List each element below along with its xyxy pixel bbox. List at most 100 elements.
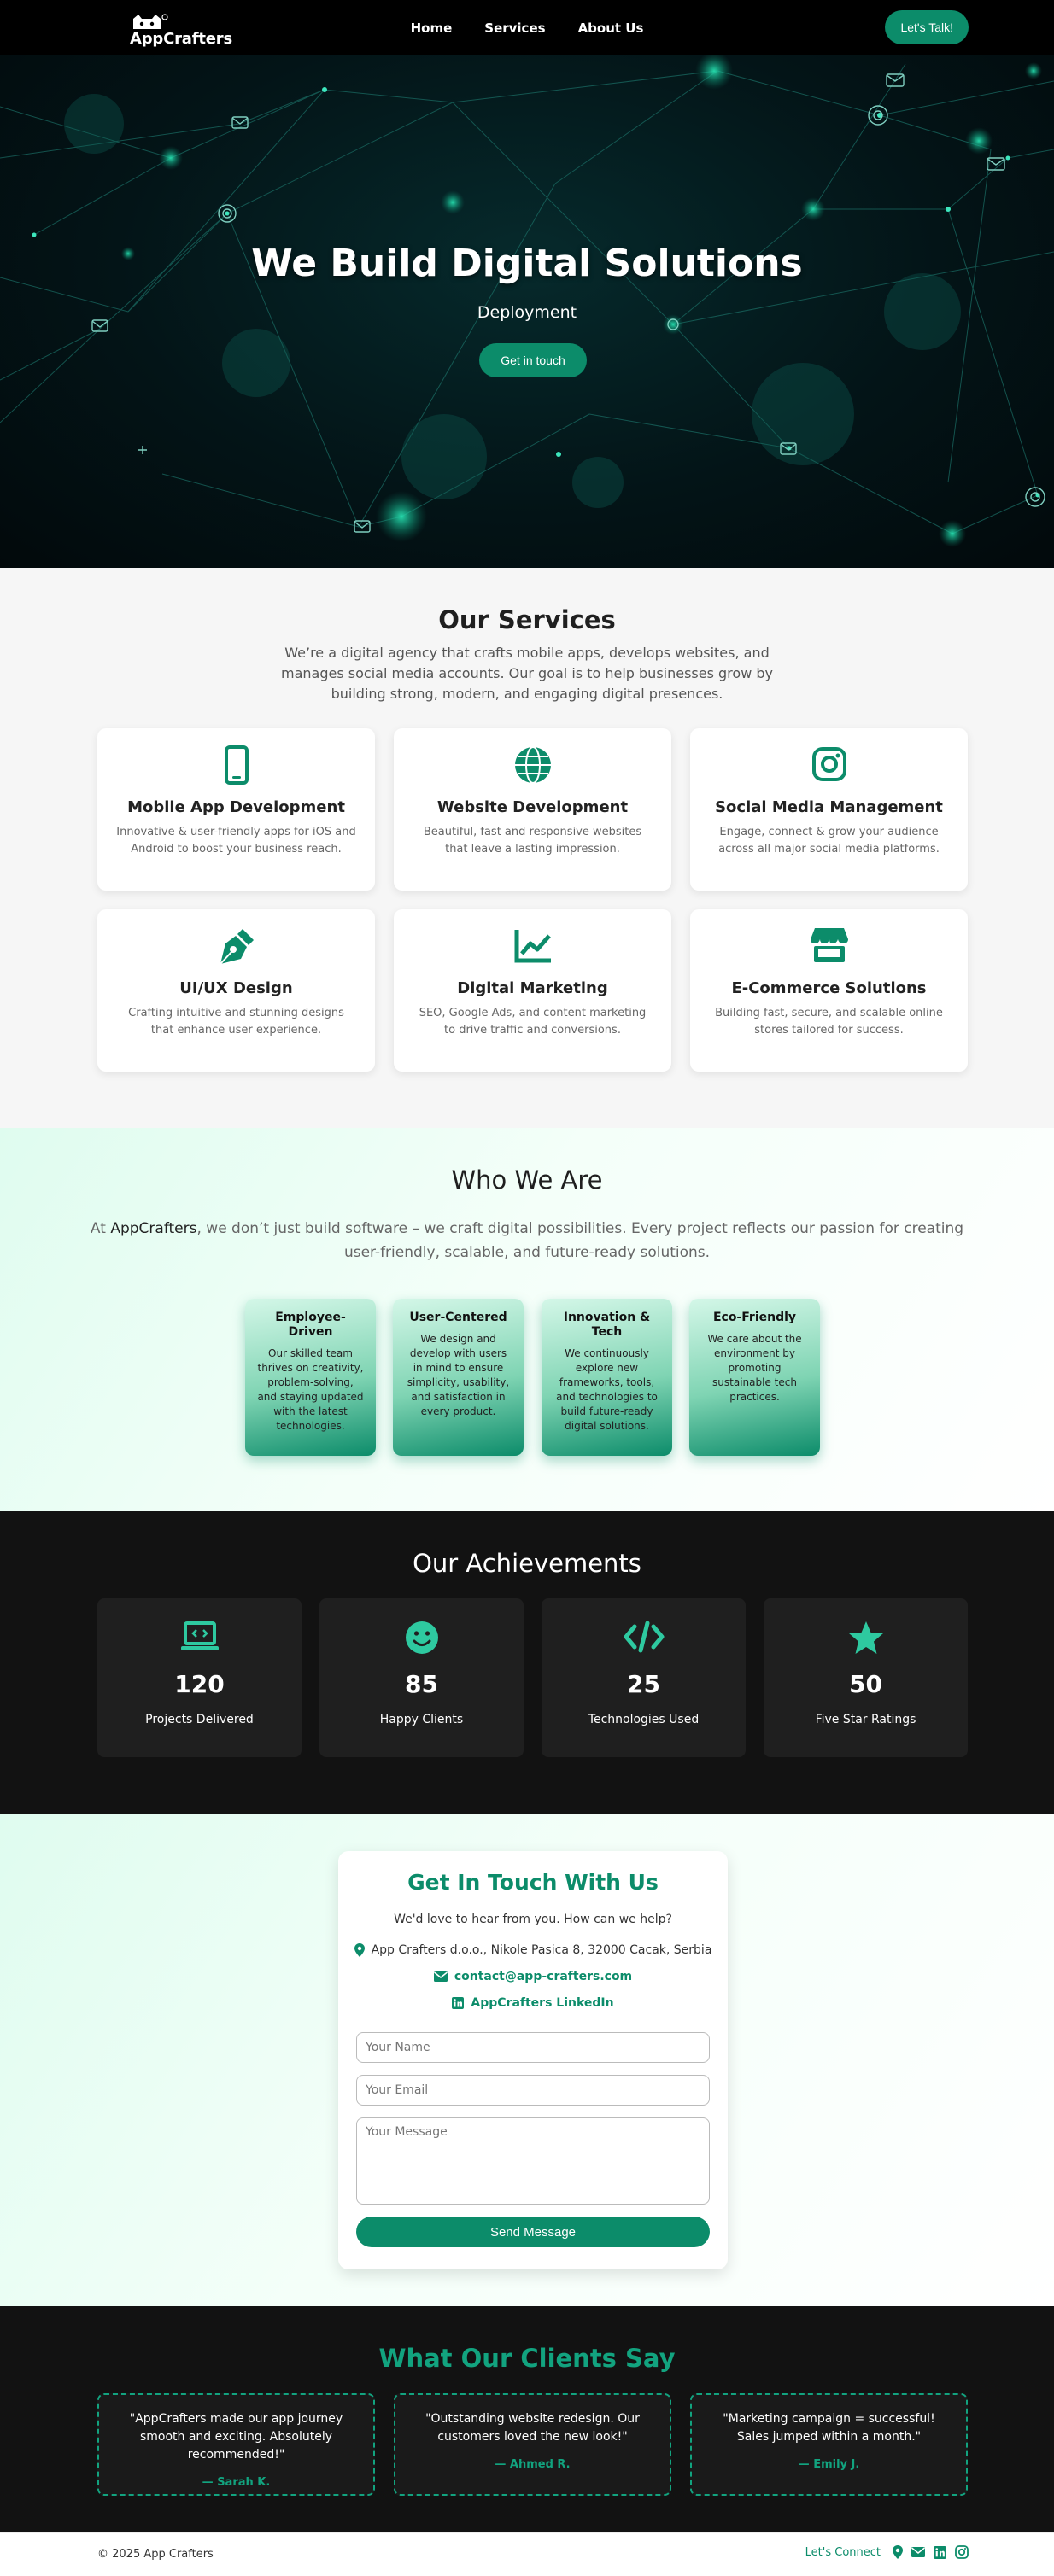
email-text: contact@app-crafters.com bbox=[454, 1970, 633, 1983]
services-intro: We’re a digital agency that crafts mobil… bbox=[281, 645, 773, 702]
pen-nib-icon bbox=[219, 929, 254, 965]
achievement-card-ratings: 50 Five Star Ratings bbox=[764, 1598, 968, 1757]
nav-home-link[interactable]: Home bbox=[411, 20, 453, 36]
chart-line-icon bbox=[514, 930, 551, 963]
value-title: Innovation & Tech bbox=[563, 1311, 651, 1339]
instagram-icon bbox=[811, 747, 846, 781]
achievement-number: 85 bbox=[405, 1670, 438, 1698]
service-title: Website Development bbox=[436, 798, 629, 816]
achievement-label: Projects Delivered bbox=[145, 1713, 254, 1726]
achievement-card-projects: 120 Projects Delivered bbox=[97, 1598, 302, 1757]
who-intro-brand: AppCrafters bbox=[110, 1220, 197, 1237]
name-input[interactable] bbox=[356, 2032, 710, 2063]
service-card-website[interactable]: Website Development Beautiful, fast and … bbox=[394, 728, 671, 891]
testimonials-title: What Our Clients Say bbox=[378, 2344, 676, 2373]
map-marker-icon bbox=[354, 1943, 365, 1957]
service-title: Social Media Management bbox=[715, 798, 943, 816]
address-text: App Crafters d.o.o., Nikole Pasica 8, 32… bbox=[371, 1943, 712, 1957]
services-title: Our Services bbox=[438, 605, 616, 634]
achievement-label: Five Star Ratings bbox=[815, 1713, 916, 1726]
contact-lead: We'd love to hear from you. How can we h… bbox=[394, 1913, 672, 1926]
value-desc: Our skilled team thrives on creativity, … bbox=[257, 1347, 364, 1432]
value-title: Employee-Driven bbox=[275, 1311, 346, 1339]
service-desc: Building fast, secure, and scalable onli… bbox=[715, 1007, 943, 1037]
lets-connect-label: Let's Connect bbox=[805, 2545, 881, 2559]
service-desc: Beautiful, fast and responsive websites … bbox=[423, 826, 642, 856]
instagram-icon[interactable] bbox=[955, 2545, 969, 2559]
service-card-ecommerce[interactable]: E-Commerce Solutions Building fast, secu… bbox=[690, 909, 968, 1072]
contact-section: Get In Touch With Us We'd love to hear f… bbox=[0, 1814, 1054, 2306]
value-card-eco: Eco-Friendly We care about the environme… bbox=[689, 1299, 820, 1456]
email-input[interactable] bbox=[356, 2075, 710, 2106]
testimonial-author: — Emily J. bbox=[798, 2458, 860, 2471]
service-card-marketing[interactable]: Digital Marketing SEO, Google Ads, and c… bbox=[394, 909, 671, 1072]
testimonial-quote: "Marketing campaign = successful! Sales … bbox=[723, 2412, 935, 2444]
achievement-number: 25 bbox=[627, 1670, 660, 1698]
hero-section: We Build Digital Solutions Deployment Ge… bbox=[0, 55, 1054, 568]
globe-icon bbox=[514, 746, 551, 784]
nav-services-link[interactable]: Services bbox=[484, 20, 545, 36]
message-textarea[interactable] bbox=[356, 2117, 710, 2205]
testimonial-author: — Ahmed R. bbox=[495, 2458, 571, 2471]
mobile-phone-icon bbox=[224, 745, 249, 785]
send-message-button[interactable]: Send Message bbox=[356, 2217, 710, 2247]
laptop-code-icon bbox=[180, 1621, 219, 1650]
linkedin-icon[interactable] bbox=[934, 2545, 946, 2559]
contact-linkedin-link[interactable]: AppCrafters LinkedIn bbox=[338, 1996, 728, 2010]
service-card-social[interactable]: Social Media Management Engage, connect … bbox=[690, 728, 968, 891]
hero-subtitle: Deployment bbox=[477, 303, 577, 322]
achievements-title: Our Achievements bbox=[413, 1549, 641, 1578]
achievement-number: 120 bbox=[174, 1670, 225, 1698]
page: AppCrafters Home Services About Us Let's… bbox=[0, 0, 1054, 2576]
testimonial-quote: "AppCrafters made our app journey smooth… bbox=[129, 2412, 343, 2462]
achievement-label: Happy Clients bbox=[379, 1713, 464, 1726]
service-title: Mobile App Development bbox=[127, 798, 345, 816]
testimonials-section: What Our Clients Say "AppCrafters made o… bbox=[0, 2306, 1054, 2532]
achievement-label: Technologies Used bbox=[588, 1713, 700, 1726]
value-card-innovation: Innovation & Tech We continuously explor… bbox=[542, 1299, 672, 1456]
get-in-touch-button[interactable]: Get in touch bbox=[479, 343, 587, 377]
service-title: UI/UX Design bbox=[179, 979, 293, 997]
testimonial-card: "Marketing campaign = successful! Sales … bbox=[690, 2393, 968, 2496]
value-desc: We continuously explore new frameworks, … bbox=[556, 1347, 658, 1432]
service-title: Digital Marketing bbox=[457, 979, 608, 997]
map-marker-icon[interactable] bbox=[893, 2545, 903, 2559]
footer-social: Let's Connect bbox=[805, 2545, 969, 2559]
testimonial-author: — Sarah K. bbox=[202, 2476, 271, 2489]
value-card-employee: Employee-Driven Our skilled team thrives… bbox=[245, 1299, 376, 1456]
footer-copyright: © 2025 App Crafters bbox=[97, 2548, 214, 2561]
top-navbar: AppCrafters Home Services About Us Let's… bbox=[0, 0, 1054, 55]
star-icon bbox=[848, 1621, 883, 1654]
envelope-icon[interactable] bbox=[911, 2547, 925, 2557]
lets-talk-button[interactable]: Let's Talk! bbox=[885, 10, 969, 44]
smile-icon bbox=[405, 1621, 438, 1654]
code-icon bbox=[624, 1621, 664, 1653]
footer: © 2025 App Crafters Let's Connect bbox=[0, 2532, 1054, 2576]
service-desc: SEO, Google Ads, and content marketing t… bbox=[419, 1007, 647, 1037]
service-card-uiux[interactable]: UI/UX Design Crafting intuitive and stun… bbox=[97, 909, 375, 1072]
contact-email-link[interactable]: contact@app-crafters.com bbox=[338, 1970, 728, 1983]
contact-form: Get In Touch With Us We'd love to hear f… bbox=[338, 1851, 728, 2269]
who-intro-rest: , we don’t just build software – we craf… bbox=[196, 1220, 964, 1261]
service-desc: Innovative & user-friendly apps for iOS … bbox=[116, 826, 356, 856]
achievement-card-clients: 85 Happy Clients bbox=[319, 1598, 524, 1757]
service-card-mobile[interactable]: Mobile App Development Innovative & user… bbox=[97, 728, 375, 891]
contact-title: Get In Touch With Us bbox=[407, 1870, 659, 1895]
nav-about-link[interactable]: About Us bbox=[578, 20, 644, 36]
achievements-section: Our Achievements 120 Projects Delivered … bbox=[0, 1511, 1054, 1814]
value-title: Eco-Friendly bbox=[712, 1311, 797, 1324]
services-section: Our Services We’re a digital agency that… bbox=[0, 568, 1054, 1128]
linkedin-text: AppCrafters LinkedIn bbox=[471, 1996, 614, 2010]
who-title: Who We Are bbox=[451, 1165, 603, 1195]
service-desc: Engage, connect & grow your audience acr… bbox=[718, 826, 940, 856]
who-intro-prefix: At bbox=[90, 1220, 111, 1237]
value-desc: We care about the environment by promoti… bbox=[707, 1333, 802, 1403]
achievement-number: 50 bbox=[849, 1670, 882, 1698]
testimonial-card: "AppCrafters made our app journey smooth… bbox=[97, 2393, 375, 2496]
hero-title: We Build Digital Solutions bbox=[251, 242, 803, 285]
value-title: User-Centered bbox=[409, 1311, 507, 1324]
service-desc: Crafting intuitive and stunning designs … bbox=[128, 1007, 344, 1037]
testimonial-card: "Outstanding website redesign. Our custo… bbox=[394, 2393, 671, 2496]
store-icon bbox=[810, 928, 848, 962]
service-title: E-Commerce Solutions bbox=[731, 979, 927, 997]
